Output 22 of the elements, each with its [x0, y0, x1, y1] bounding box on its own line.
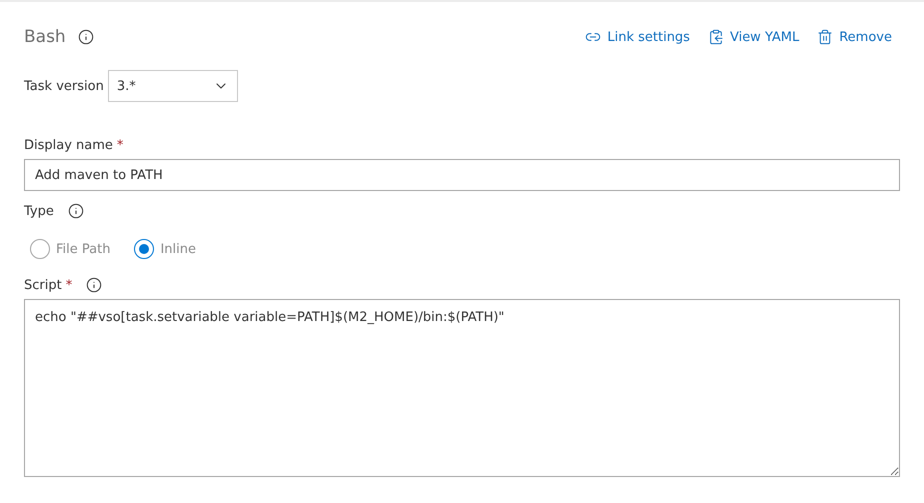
radio-button[interactable]: [134, 239, 154, 259]
required-asterisk: *: [66, 278, 72, 292]
radio-label[interactable]: Inline: [160, 242, 196, 256]
radio-label[interactable]: File Path: [56, 242, 110, 256]
clipboard-icon: [708, 29, 724, 45]
field-label: Task version: [24, 78, 104, 94]
remove-link[interactable]: Remove: [817, 29, 892, 45]
trash-icon: [817, 29, 834, 45]
info-icon[interactable]: [78, 29, 94, 45]
script-editor[interactable]: echo "##vso[task.setvariable variable=PATH]$(M2_HOME)/bin:$(PATH)": [24, 299, 900, 477]
task-title: Bash: [24, 27, 66, 47]
required-asterisk: *: [116, 138, 124, 153]
info-icon[interactable]: [86, 277, 102, 293]
field-label: Script: [24, 278, 62, 292]
field-label: Display name: [24, 138, 113, 153]
field-label: Type: [24, 204, 54, 218]
display-name-field[interactable]: Add maven to PATH: [24, 159, 900, 191]
version-dropdown[interactable]: 3.*: [108, 70, 238, 102]
link-link[interactable]: Link settings: [585, 29, 690, 45]
info-icon[interactable]: [68, 203, 84, 219]
radio-button[interactable]: [30, 239, 50, 259]
yaml-link[interactable]: View YAML: [708, 29, 800, 45]
